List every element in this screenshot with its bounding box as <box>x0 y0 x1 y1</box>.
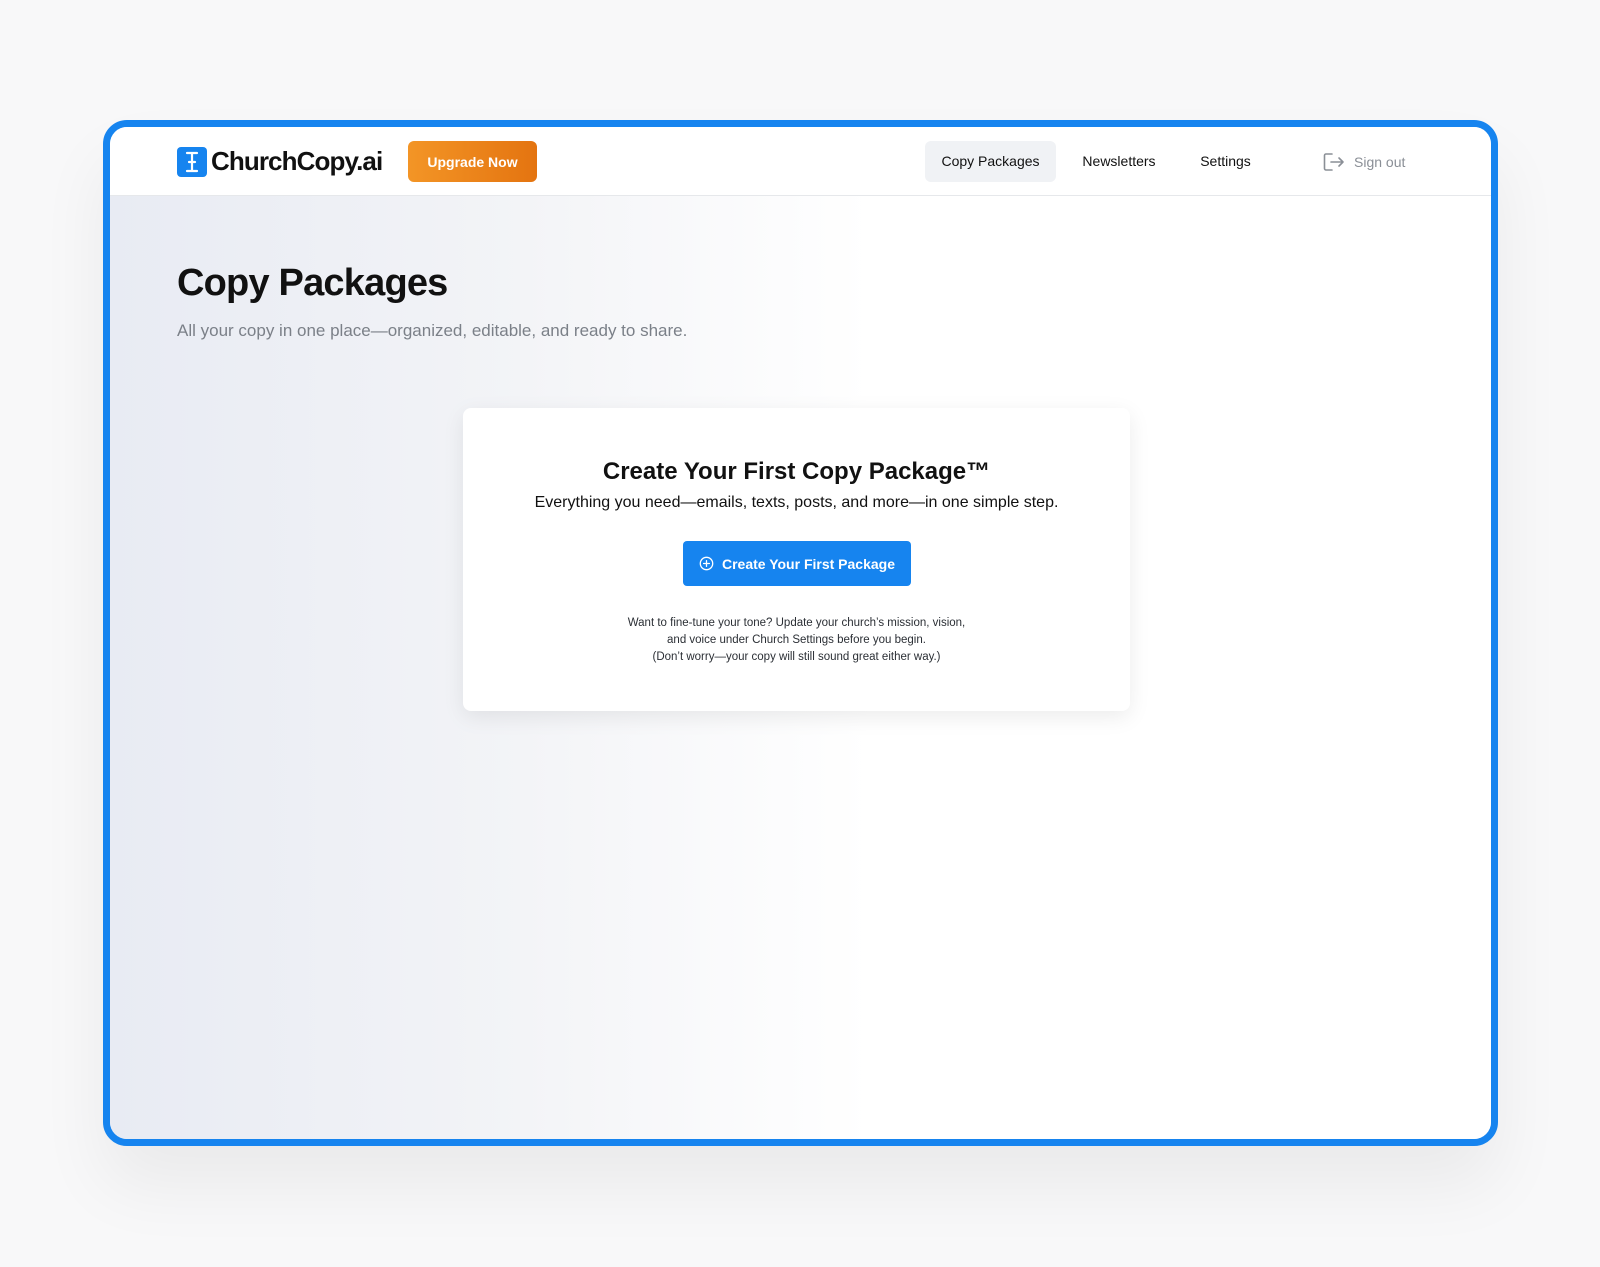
empty-state-note: Want to fine-tune your tone? Update your… <box>463 615 1130 666</box>
app-window: ChurchCopy.ai Upgrade Now Copy Packages … <box>103 120 1498 1146</box>
sign-out-label: Sign out <box>1354 153 1406 170</box>
note-line: Want to fine-tune your tone? Update your… <box>627 617 966 629</box>
nav-item-copy-packages[interactable]: Copy Packages <box>925 141 1056 182</box>
plus-circle-icon <box>699 556 714 571</box>
cursor-text-icon <box>177 146 207 177</box>
sign-out-icon <box>1323 152 1344 171</box>
main-content: Copy Packages All your copy in one place… <box>110 196 1491 1139</box>
empty-state-card: Create Your First Copy Package™ Everythi… <box>463 408 1130 711</box>
create-first-package-label: Create Your First Package <box>721 555 895 572</box>
sign-out-button[interactable]: Sign out <box>1323 141 1405 182</box>
page-title: Copy Packages <box>177 262 448 304</box>
page-subtitle: All your copy in one place—organized, ed… <box>177 321 688 340</box>
upgrade-now-button[interactable]: Upgrade Now <box>408 141 537 182</box>
brand-logo[interactable]: ChurchCopy.ai <box>177 146 383 177</box>
top-navigation-bar: ChurchCopy.ai Upgrade Now Copy Packages … <box>110 127 1491 196</box>
empty-state-title: Create Your First Copy Package™ <box>602 458 991 485</box>
note-line: and voice under Church Settings before y… <box>667 634 926 646</box>
brand-name: ChurchCopy.ai <box>211 146 383 176</box>
note-line: (Don’t worry—your copy will still sound … <box>652 651 941 663</box>
create-first-package-button[interactable]: Create Your First Package <box>683 541 911 586</box>
nav-item-settings[interactable]: Settings <box>1186 141 1265 182</box>
empty-state-subtitle: Everything you need—emails, texts, posts… <box>534 494 1059 511</box>
nav-item-newsletters[interactable]: Newsletters <box>1067 141 1171 182</box>
